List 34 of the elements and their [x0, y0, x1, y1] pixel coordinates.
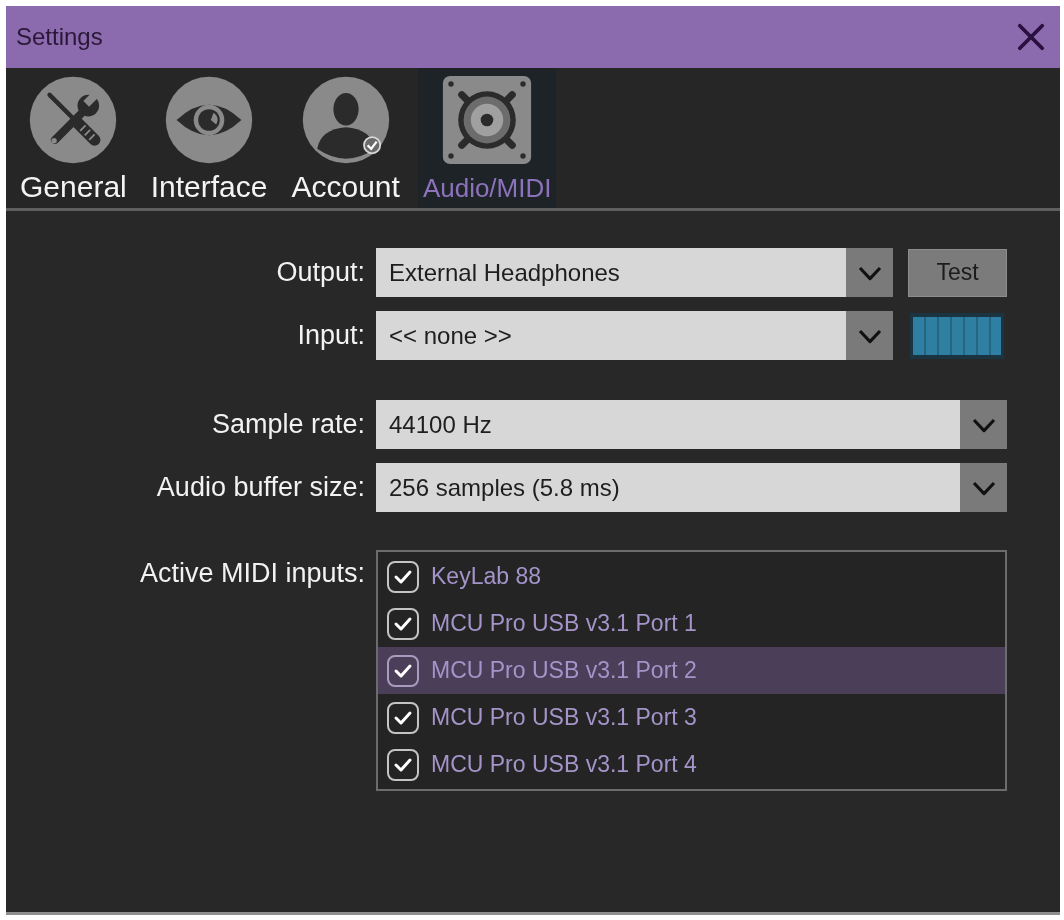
dropdown[interactable]: << none >>: [376, 311, 893, 360]
chevron-down-icon: [960, 463, 1007, 512]
field-label: Active MIDI inputs:: [139, 558, 365, 589]
tab[interactable]: Account: [285, 68, 406, 208]
tools-icon: [28, 75, 119, 165]
checkbox[interactable]: [387, 560, 419, 593]
field-label: Input:: [297, 320, 365, 351]
checkbox[interactable]: [387, 654, 419, 687]
tab[interactable]: Audio/MIDI: [417, 68, 557, 208]
chevron-down-icon: [960, 400, 1007, 449]
dropdown[interactable]: External Headphones: [376, 248, 893, 297]
chevron-down-icon: [846, 248, 893, 297]
dropdown[interactable]: 256 samples (5.8 ms): [376, 463, 1007, 512]
checkbox[interactable]: [387, 748, 419, 781]
list-item[interactable]: KeyLab 88: [378, 553, 1005, 600]
checkbox[interactable]: [387, 701, 419, 734]
tab[interactable]: Interface: [144, 68, 274, 208]
tab[interactable]: General: [14, 68, 133, 208]
list-item[interactable]: MCU Pro USB v3.1 Port 1: [378, 600, 1005, 647]
field-label: Output:: [276, 257, 365, 288]
speaker-icon: [442, 75, 533, 165]
user-icon: [300, 75, 391, 165]
checkbox[interactable]: [387, 607, 419, 640]
dropdown[interactable]: 44100 Hz: [376, 400, 1007, 449]
close-icon[interactable]: [1017, 23, 1045, 51]
chevron-down-icon: [846, 311, 893, 360]
field-label: Audio buffer size:: [156, 472, 365, 503]
list-item[interactable]: MCU Pro USB v3.1 Port 2: [378, 647, 1005, 694]
field-label: Sample rate:: [211, 409, 365, 440]
list-item[interactable]: MCU Pro USB v3.1 Port 4: [378, 741, 1005, 788]
window-title: Settings: [16, 23, 103, 51]
eye-icon: [164, 75, 255, 165]
list-item[interactable]: MCU Pro USB v3.1 Port 3: [378, 694, 1005, 741]
test-button[interactable]: Test: [908, 248, 1007, 297]
